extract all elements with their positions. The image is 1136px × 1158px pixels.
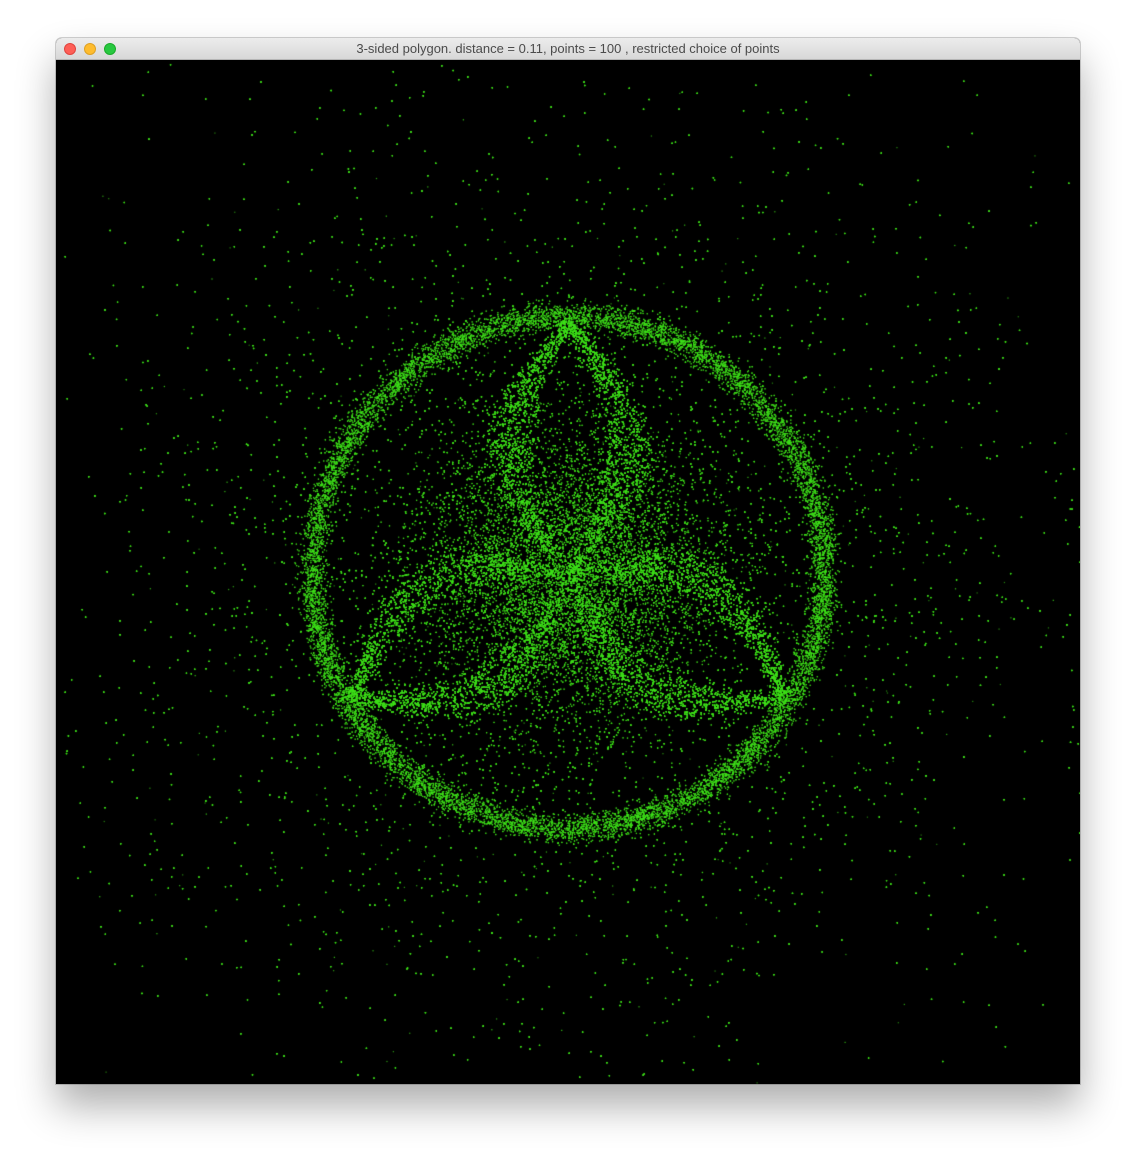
fractal-canvas-area [56,60,1080,1084]
title-bar[interactable]: 3-sided polygon. distance = 0.11, points… [56,38,1080,60]
window-title: 3-sided polygon. distance = 0.11, points… [356,41,780,56]
fractal-plot [56,60,1080,1084]
app-window: 3-sided polygon. distance = 0.11, points… [56,38,1080,1084]
